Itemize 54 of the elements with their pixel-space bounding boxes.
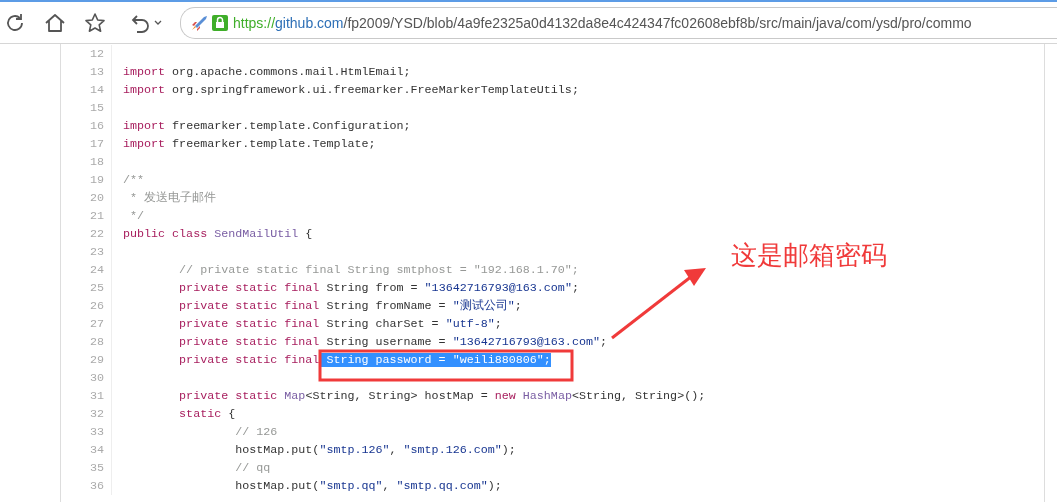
code-line: // qq <box>234 461 271 475</box>
code-line: private static Map<String, String> hostMap = new HashMap<String, String>(); <box>178 389 706 403</box>
line-number: 36 <box>61 477 112 495</box>
code-line: // 126 <box>234 425 278 439</box>
code-line: private static final String username = "13642716793@163.com"; <box>178 335 607 349</box>
code-line: private static final String fromName = "测试公司"; <box>178 299 522 313</box>
code-line: private static final String password = "weili880806"; <box>178 353 551 367</box>
line-number: 12 <box>61 45 112 63</box>
star-icon[interactable] <box>84 11 106 34</box>
url-text: https://github.com/fp2009/YSD/blob/4a9fe2325a0d4132da8e4c424347fc02608ebf8b/src/main/java/com/ysd/pro/commo <box>233 14 972 31</box>
lock-icon <box>212 14 228 31</box>
code-line: import org.apache.commons.mail.HtmlEmail; <box>123 65 411 79</box>
line-number: 29 <box>61 351 112 369</box>
line-number: 15 <box>61 99 112 117</box>
code-line: public class SendMailUtil { <box>123 227 313 241</box>
code-line: // private static final String smtphost = "192.168.1.70"; <box>178 263 579 277</box>
line-number: 25 <box>61 279 112 297</box>
line-number: 31 <box>61 387 112 405</box>
reload-icon[interactable] <box>4 11 26 34</box>
line-number: 14 <box>61 81 112 99</box>
line-number: 32 <box>61 405 112 423</box>
annotation-text: 这是邮箱密码 <box>731 239 887 272</box>
code-line: * 发送电子邮件 <box>129 191 217 205</box>
line-number: 34 <box>61 441 112 459</box>
line-number: 20 <box>61 189 112 207</box>
line-number: 35 <box>61 459 112 477</box>
line-number: 19 <box>61 171 112 189</box>
line-number: 30 <box>61 369 112 387</box>
code-line: private static final String charSet = "utf-8"; <box>178 317 502 331</box>
code-line: import freemarker.template.Template; <box>123 137 376 151</box>
code-line: static { <box>178 407 236 421</box>
line-number: 16 <box>61 117 112 135</box>
code-line: /** <box>123 173 145 187</box>
line-number: 27 <box>61 315 112 333</box>
line-number: 26 <box>61 297 112 315</box>
line-number: 18 <box>61 153 112 171</box>
home-icon[interactable] <box>44 11 66 34</box>
code-line: hostMap.put("smtp.qq", "smtp.qq.com"); <box>234 479 502 493</box>
code-line: import freemarker.template.Configuration; <box>123 119 411 133</box>
address-bar[interactable]: https://github.com/fp2009/YSD/blob/4a9fe2325a0d4132da8e4c424347fc02608ebf8b/src/main/java/com/ysd/pro/commo <box>180 6 1057 39</box>
line-number: 24 <box>61 261 112 279</box>
line-number: 22 <box>61 225 112 243</box>
line-number: 13 <box>61 63 112 81</box>
rocket-icon <box>189 13 209 32</box>
caret-icon[interactable] <box>154 19 162 26</box>
code-line: */ <box>129 209 145 223</box>
line-number: 21 <box>61 207 112 225</box>
line-number: 17 <box>61 135 112 153</box>
line-number: 33 <box>61 423 112 441</box>
code-line: private static final String from = "13642716793@163.com"; <box>178 281 579 295</box>
line-number: 28 <box>61 333 112 351</box>
line-number: 23 <box>61 243 112 261</box>
code-line: hostMap.put("smtp.126", "smtp.126.com"); <box>234 443 516 457</box>
code-line: import org.springframework.ui.freemarker.FreeMarkerTemplateUtils; <box>123 83 579 97</box>
